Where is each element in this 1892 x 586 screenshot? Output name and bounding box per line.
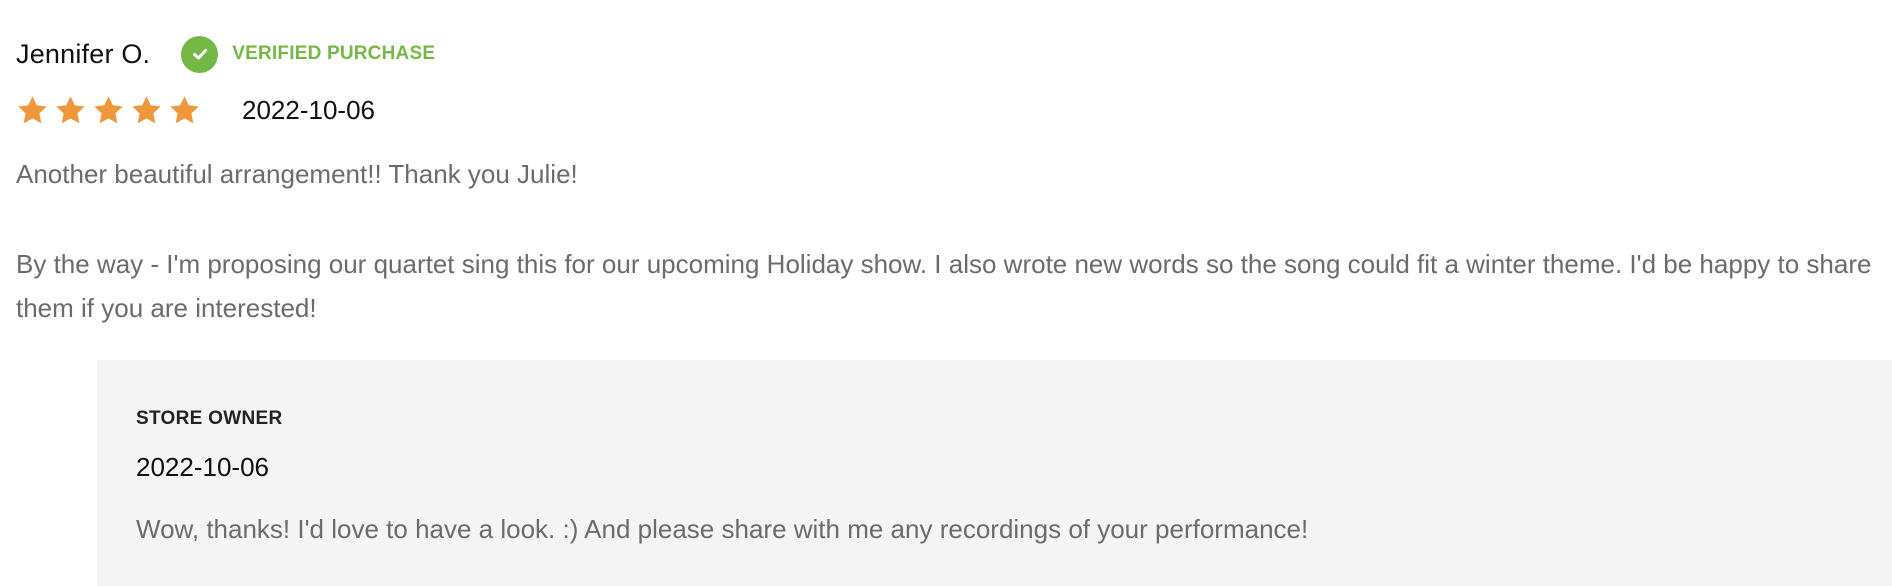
reviewer-name: Jennifer O. [16,38,151,69]
review-paragraph: By the way - I'm proposing our quartet s… [16,249,1872,323]
star-icon [94,95,123,123]
review-paragraph: Another beautiful arrangement!! Thank yo… [16,159,578,189]
rating-row: 2022-10-06 [16,88,375,132]
check-circle-icon [181,35,219,73]
star-icon [18,95,47,123]
star-icon [56,95,85,123]
store-owner-reply: STORE OWNER 2022-10-06 Wow, thanks! I'd … [97,360,1892,586]
store-owner-label: STORE OWNER [136,408,283,429]
verified-purchase-badge: VERIFIED PURCHASE [232,43,436,64]
star-icon [132,95,161,123]
reply-date: 2022-10-06 [136,452,269,482]
star-icon [170,95,199,123]
review-header: Jennifer O. VERIFIED PURCHASE [16,34,435,74]
review-date: 2022-10-06 [242,94,375,125]
review-body: Another beautiful arrangement!! Thank yo… [16,152,1892,330]
star-rating [16,94,201,127]
reply-text: Wow, thanks! I'd love to have a look. :)… [136,514,1309,544]
